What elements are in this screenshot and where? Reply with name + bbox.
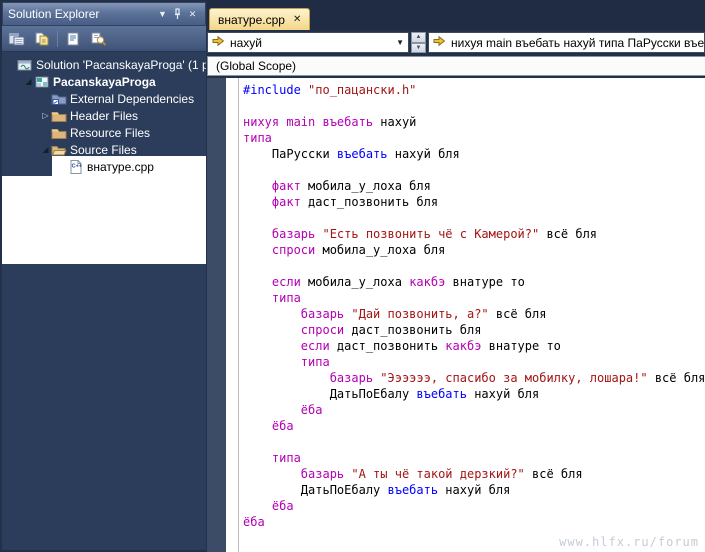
vs-window: Solution Explorer ▼ ✕ Solution 'Pacanska… [0, 0, 705, 552]
tree-item-label: Solution 'PacanskayaProga' (1 p [34, 58, 206, 72]
code-line: ёба [243, 418, 705, 434]
tree-item-label: Source Files [68, 143, 137, 157]
chevron-down-icon[interactable]: ▼ [155, 7, 170, 22]
navbar-spinner: ▲ ▼ [411, 32, 426, 53]
tree-item-header-files[interactable]: ▷ Header Files [2, 107, 206, 124]
tree-item-label: Resource Files [68, 126, 150, 140]
goto-arrow-icon [212, 35, 225, 50]
selection-margin [226, 78, 238, 552]
tab-vnature-cpp[interactable]: внатуре.cpp ✕ [209, 8, 310, 30]
code-line: ёба [243, 402, 705, 418]
code-line [243, 162, 705, 178]
class-view-icon[interactable] [88, 29, 108, 49]
view-code-icon[interactable] [63, 29, 83, 49]
code-line: базарь "Дай позвонить, а?" всё бля [243, 306, 705, 322]
tree-item-label: внатуре.cpp [85, 160, 154, 174]
members-dropdown-value: нихуя main въебать нахуй типа ПаРусски в… [451, 36, 705, 50]
tree-item-pacanskayaproga[interactable]: ◢ PacanskayaProga [2, 73, 206, 90]
code-line: ДатьПоЕбалу въебать нахуй бля [243, 482, 705, 498]
properties-icon[interactable] [7, 29, 27, 49]
spin-up-button[interactable]: ▲ [411, 32, 426, 43]
tree-item-resource-files[interactable]: Resource Files [2, 124, 206, 141]
external-deps-icon [51, 91, 68, 107]
code-line: если мобила_у_лоха какбэ внатуре то [243, 274, 705, 290]
code-editor[interactable]: #include "по_пацански.h" нихуя main въеб… [207, 78, 705, 552]
code-line: если даст_позвонить какбэ внатуре то [243, 338, 705, 354]
code-line: нихуя main въебать нахуй [243, 114, 705, 130]
tree-item-external-dependencies[interactable]: External Dependencies [2, 90, 206, 107]
code-line: ДатьПоЕбалу въебать нахуй бля [243, 386, 705, 402]
types-dropdown-value: нахуй [230, 36, 262, 50]
toolbar-separator [57, 31, 58, 47]
code-line: базарь "Ээээээ, спасибо за мобилку, лоша… [243, 370, 705, 386]
code-line: ПаРусски въебать нахуй бля [243, 146, 705, 162]
code-line: факт мобила_у_лоха бля [243, 178, 705, 194]
code-line: факт даст_позвонить бля [243, 194, 705, 210]
svg-text:C++: C++ [72, 163, 82, 169]
code-line: спроси даст_позвонить бля [243, 322, 705, 338]
tree-item-label: External Dependencies [68, 92, 194, 106]
document-tabstrip: внатуре.cpp ✕ [207, 0, 705, 30]
tab-label: внатуре.cpp [218, 13, 285, 27]
solution-explorer-title: Solution Explorer [8, 7, 155, 21]
code-line [243, 434, 705, 450]
code-line [243, 210, 705, 226]
code-line: типа [243, 354, 705, 370]
code-text: #include "по_пацански.h" нихуя main въеб… [239, 78, 705, 552]
folder-icon [51, 125, 68, 141]
solution-icon [17, 57, 34, 73]
solution-tree: Solution 'PacanskayaProga' (1 p◢Pacanska… [2, 52, 206, 550]
editor-column: внатуре.cpp ✕ нахуй ▼ ▲ ▼ нихуя main въе… [207, 0, 705, 552]
show-all-files-icon[interactable] [32, 29, 52, 49]
code-line: ёба [243, 498, 705, 514]
spin-down-button[interactable]: ▼ [411, 43, 426, 54]
chevron-down-icon: ▼ [396, 38, 404, 47]
expander-expanded-icon[interactable]: ◢ [40, 141, 51, 158]
tree-item-label: PacanskayaProga [51, 75, 156, 89]
tree-white-area [2, 176, 206, 264]
types-dropdown[interactable]: нахуй ▼ [207, 32, 409, 53]
code-line: базарь "Есть позвонить чё с Камерой?" вс… [243, 226, 705, 242]
folder-icon [51, 108, 68, 124]
solution-explorer-toolbar [2, 26, 206, 52]
expander-collapsed-icon[interactable]: ▷ [40, 107, 51, 124]
code-line: типа [243, 290, 705, 306]
cpp-file-icon: C++ [68, 159, 85, 175]
tree-item-label: Header Files [68, 109, 138, 123]
pin-icon[interactable] [170, 7, 185, 22]
watermark: www.hlfx.ru/forum [559, 535, 699, 549]
tree-item-solution-pacanskayaproga-1-p[interactable]: Solution 'PacanskayaProga' (1 p [2, 56, 206, 73]
tree-item-внатуре-cpp[interactable]: C++внатуре.cpp [2, 158, 206, 175]
navigation-bar: нахуй ▼ ▲ ▼ нихуя main въебать нахуй тип… [207, 30, 705, 54]
close-icon[interactable]: ✕ [185, 7, 200, 22]
indicator-margin [207, 78, 226, 552]
goto-arrow-icon [433, 35, 446, 50]
solution-explorer-panel: Solution Explorer ▼ ✕ Solution 'Pacanska… [2, 2, 206, 550]
members-dropdown[interactable]: нихуя main въебать нахуй типа ПаРусски в… [428, 32, 705, 53]
close-icon[interactable]: ✕ [293, 14, 301, 25]
folder-open-icon [51, 142, 68, 158]
code-line: типа [243, 130, 705, 146]
cpp-project-icon [34, 74, 51, 90]
scope-label: (Global Scope) [216, 59, 296, 73]
code-line [243, 258, 705, 274]
expander-expanded-icon[interactable]: ◢ [23, 73, 34, 90]
tree-item-source-files[interactable]: ◢ Source Files [2, 141, 206, 158]
scope-bar[interactable]: (Global Scope) [207, 56, 705, 76]
code-line: #include "по_пацански.h" [243, 82, 705, 98]
code-line: типа [243, 450, 705, 466]
code-line [243, 98, 705, 114]
code-line: ёба [243, 514, 705, 530]
code-line: базарь "А ты чё такой дерзкий?" всё бля [243, 466, 705, 482]
code-line: спроси мобила_у_лоха бля [243, 242, 705, 258]
solution-explorer-titlebar: Solution Explorer ▼ ✕ [2, 2, 206, 26]
